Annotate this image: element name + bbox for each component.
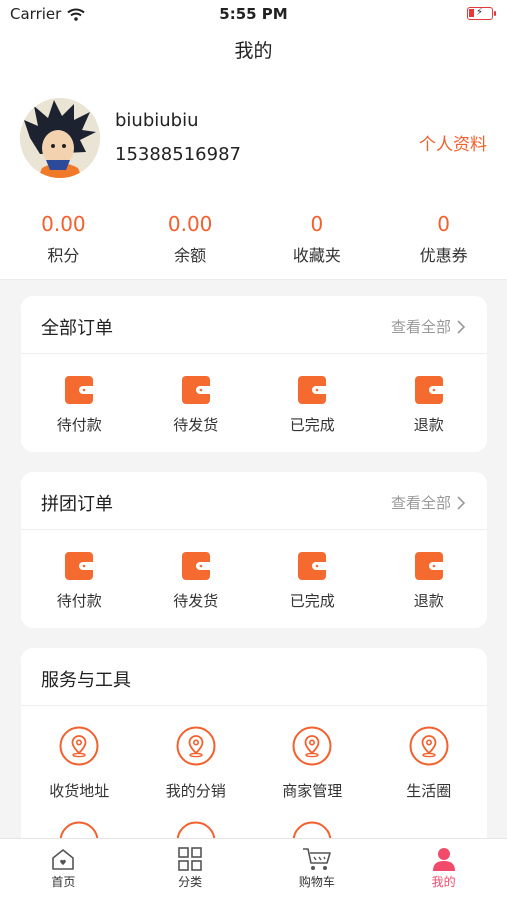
order-pending-payment[interactable]: 待付款 [21, 354, 138, 435]
group-order-completed[interactable]: 已完成 [254, 530, 371, 611]
wallet-icon [65, 552, 94, 580]
stat-points[interactable]: 0.00 积分 [0, 212, 127, 279]
profile-info-link[interactable]: 个人资料 [419, 130, 487, 155]
stat-label: 积分 [47, 246, 80, 265]
group-orders-card: 拼团订单 查看全部 待付款 待发货 已完成 退款 [21, 472, 487, 628]
chevron-right-icon [457, 319, 465, 334]
status-bar: Carrier 5:55 PM ⚡ [0, 0, 507, 28]
tab-label: 我的 [431, 875, 456, 889]
location-icon [176, 726, 216, 766]
service-label: 我的分销 [165, 782, 226, 800]
wallet-icon [414, 552, 443, 580]
user-phone: 15388516987 [115, 144, 241, 165]
wallet-icon [414, 376, 443, 404]
stat-value: 0 [310, 212, 324, 236]
orders-title: 全部订单 [41, 318, 113, 339]
tab-category[interactable]: 分类 [127, 839, 254, 900]
wallet-icon [65, 376, 94, 404]
tab-home[interactable]: 首页 [0, 839, 127, 900]
status-time: 5:55 PM [219, 5, 288, 23]
stat-favorites[interactable]: 0 收藏夹 [254, 212, 381, 279]
service-label: 生活圈 [406, 782, 452, 800]
user-icon [432, 848, 455, 871]
group-order-pending-payment[interactable]: 待付款 [21, 530, 138, 611]
group-orders-view-all-link[interactable]: 查看全部 [391, 492, 465, 513]
tab-label: 分类 [178, 875, 203, 889]
profile-section: biubiubiu 15388516987 个人资料 [0, 74, 507, 182]
order-completed[interactable]: 已完成 [254, 354, 371, 435]
service-life-circle[interactable]: 生活圈 [371, 706, 488, 801]
group-order-pending-shipment[interactable]: 待发货 [138, 530, 255, 611]
service-distribution[interactable]: 我的分销 [138, 706, 255, 801]
service-address[interactable]: 收货地址 [21, 706, 138, 801]
wallet-icon [181, 376, 210, 404]
wallet-icon [181, 552, 210, 580]
order-label: 退款 [413, 592, 444, 610]
stat-value: 0 [437, 212, 450, 236]
stat-value: 0.00 [41, 212, 86, 236]
tab-label: 购物车 [298, 875, 335, 889]
order-pending-shipment[interactable]: 待发货 [138, 354, 255, 435]
orders-view-all-link[interactable]: 查看全部 [391, 316, 465, 337]
order-refund[interactable]: 退款 [371, 354, 488, 435]
order-label: 待付款 [56, 416, 102, 434]
wallet-icon [298, 376, 327, 404]
chevron-right-icon [457, 495, 465, 510]
orders-card: 全部订单 查看全部 待付款 待发货 已完成 退款 [21, 296, 487, 452]
group-orders-title: 拼团订单 [41, 494, 113, 515]
stat-coupons[interactable]: 0 优惠券 [380, 212, 507, 279]
service-label: 商家管理 [282, 782, 343, 800]
service-merchant[interactable]: 商家管理 [254, 706, 371, 801]
grid-icon [178, 847, 202, 871]
stats-row: 0.00 积分 0.00 余额 0 收藏夹 0 优惠券 [0, 182, 507, 280]
group-order-refund[interactable]: 退款 [371, 530, 488, 611]
order-label: 已完成 [289, 592, 335, 610]
order-label: 已完成 [289, 416, 335, 434]
username: biubiubiu [115, 110, 199, 131]
location-icon [59, 726, 99, 766]
stat-label: 余额 [174, 246, 207, 265]
order-label: 退款 [413, 416, 444, 434]
header-area: Carrier 5:55 PM ⚡ 我的 biubiubiu 153885169… [0, 0, 507, 280]
stat-label: 优惠券 [419, 246, 468, 265]
wallet-icon [298, 552, 327, 580]
service-label: 收货地址 [49, 782, 110, 800]
avatar[interactable] [20, 98, 100, 178]
location-icon [409, 726, 449, 766]
cart-icon [302, 848, 331, 870]
tab-mine[interactable]: 我的 [380, 839, 507, 900]
order-label: 待发货 [173, 416, 219, 434]
battery-icon: ⚡ [467, 7, 496, 20]
location-icon [292, 726, 332, 766]
stat-label: 收藏夹 [292, 246, 341, 265]
tab-bar: 首页 分类 购物车 我的 [0, 838, 507, 900]
order-label: 待付款 [56, 592, 102, 610]
page-title: 我的 [234, 40, 273, 62]
stat-balance[interactable]: 0.00 余额 [127, 212, 254, 279]
tab-label: 首页 [51, 875, 76, 889]
stat-value: 0.00 [167, 212, 213, 236]
order-label: 待发货 [173, 592, 219, 610]
services-title: 服务与工具 [41, 670, 131, 691]
home-icon [52, 849, 75, 870]
tab-cart[interactable]: 购物车 [254, 839, 381, 900]
